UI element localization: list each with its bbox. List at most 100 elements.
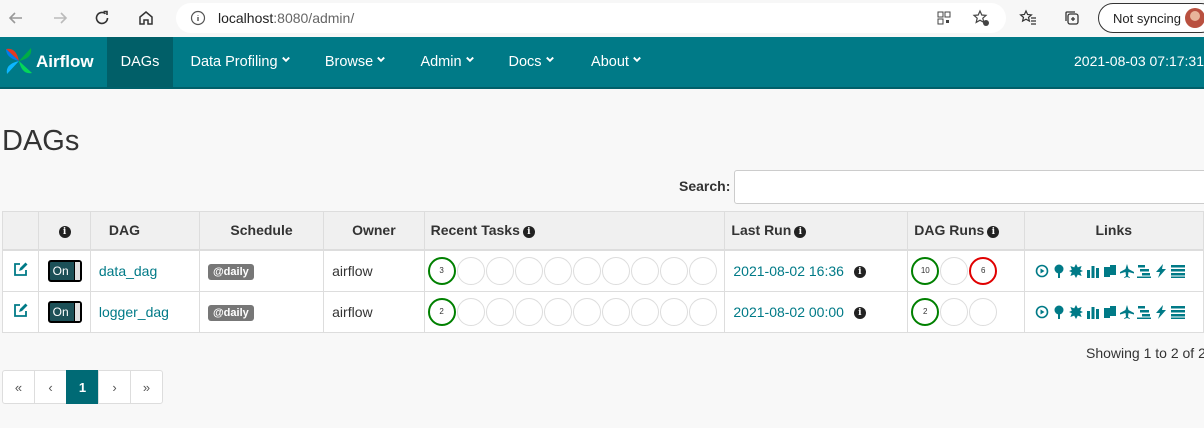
info-icon[interactable] xyxy=(190,10,206,31)
brand-link[interactable]: Airflow xyxy=(0,37,107,87)
task-duration-icon[interactable] xyxy=(1086,305,1100,319)
nav-admin[interactable]: Admin xyxy=(403,37,491,87)
task-state-circle[interactable] xyxy=(601,297,630,326)
tree-view-icon[interactable] xyxy=(1052,305,1066,319)
trigger-dag-icon[interactable] xyxy=(1035,264,1049,278)
header-owner[interactable]: Owner xyxy=(323,211,425,251)
url-host: localhost xyxy=(218,10,274,26)
task-state-circle[interactable] xyxy=(485,297,514,326)
gantt-icon[interactable] xyxy=(1136,264,1151,278)
info-icon[interactable]: i xyxy=(987,225,1000,238)
qr-code-icon[interactable] xyxy=(936,10,952,31)
page-next-button[interactable]: › xyxy=(98,370,131,404)
run-state-circle[interactable] xyxy=(940,256,969,285)
task-state-circle[interactable] xyxy=(630,297,659,326)
nav-docs[interactable]: Docs xyxy=(491,37,571,87)
header-dag-runs-label: DAG Runs xyxy=(914,222,985,239)
page-last-button[interactable]: » xyxy=(130,370,163,404)
edit-icon[interactable] xyxy=(13,262,28,276)
edit-icon[interactable] xyxy=(13,303,28,317)
nav-admin-label: Admin xyxy=(420,54,462,70)
logs-icon[interactable] xyxy=(1170,264,1185,278)
header-dag[interactable]: DAG xyxy=(89,211,200,251)
header-recent-tasks: Recent Tasks i xyxy=(423,211,726,251)
task-state-circle[interactable] xyxy=(456,256,485,285)
airflow-logo-icon xyxy=(2,44,36,83)
gantt-icon[interactable] xyxy=(1136,305,1151,319)
header-dag-label: DAG xyxy=(108,222,140,239)
info-icon[interactable]: i xyxy=(794,225,807,238)
table-header-row: i DAG Schedule Owner Recent Tasks i Last … xyxy=(1,211,1204,251)
back-icon[interactable] xyxy=(4,6,28,30)
search-input[interactable] xyxy=(734,170,1204,204)
dag-link[interactable]: logger_dag xyxy=(99,304,169,320)
page-first-button[interactable]: « xyxy=(2,370,35,404)
dag-runs-cell: 10 6 xyxy=(907,249,1025,292)
page-title: DAGs xyxy=(2,125,80,157)
dag-link[interactable]: data_dag xyxy=(99,263,157,279)
info-icon[interactable]: i xyxy=(522,225,535,238)
airflow-navbar: Airflow DAGs Data Profiling Browse Admin… xyxy=(0,37,1204,89)
header-links-label: Links xyxy=(1095,222,1133,239)
task-state-circle[interactable] xyxy=(572,297,601,326)
graph-view-icon[interactable] xyxy=(1068,263,1083,278)
last-run-link[interactable]: 2021-08-02 16:36 xyxy=(733,263,844,279)
nav-browse[interactable]: Browse xyxy=(307,37,403,87)
nav-docs-label: Docs xyxy=(508,54,542,70)
landing-times-icon[interactable] xyxy=(1119,263,1134,278)
task-state-circle[interactable] xyxy=(630,256,659,285)
task-state-circle[interactable] xyxy=(514,297,543,326)
task-state-circle[interactable] xyxy=(456,297,485,326)
graph-view-icon[interactable] xyxy=(1068,304,1083,319)
task-state-circle[interactable] xyxy=(601,256,630,285)
dag-toggle[interactable]: On xyxy=(47,300,82,323)
run-state-circle[interactable]: 6 xyxy=(969,256,998,285)
logs-icon[interactable] xyxy=(1170,305,1185,319)
task-state-circle[interactable] xyxy=(485,256,514,285)
task-state-circle[interactable] xyxy=(572,256,601,285)
page-prev-button[interactable]: ‹ xyxy=(34,370,67,404)
trigger-dag-icon[interactable] xyxy=(1035,305,1049,319)
reload-icon[interactable] xyxy=(90,6,114,30)
last-run-link[interactable]: 2021-08-02 00:00 xyxy=(733,304,844,320)
run-state-circle[interactable]: 2 xyxy=(911,297,940,326)
header-schedule[interactable]: Schedule xyxy=(198,211,325,251)
toggle-label: On xyxy=(52,304,69,319)
profile-sync-button[interactable]: Not syncing xyxy=(1098,3,1204,33)
task-duration-icon[interactable] xyxy=(1086,264,1100,278)
collections-icon[interactable] xyxy=(1060,6,1084,30)
task-state-circle[interactable] xyxy=(514,256,543,285)
code-view-icon[interactable] xyxy=(1154,263,1168,278)
home-icon[interactable] xyxy=(134,6,158,30)
info-icon[interactable]: i xyxy=(853,265,866,278)
nav-data-profiling[interactable]: Data Profiling xyxy=(173,37,307,87)
task-state-circle[interactable] xyxy=(659,256,688,285)
task-tries-icon[interactable] xyxy=(1103,264,1117,278)
run-state-circle[interactable] xyxy=(969,297,998,326)
page-1-button[interactable]: 1 xyxy=(66,370,99,404)
task-state-circle[interactable]: 2 xyxy=(427,297,456,326)
task-state-circle[interactable] xyxy=(543,256,572,285)
info-icon[interactable]: i xyxy=(853,306,866,319)
forward-icon[interactable] xyxy=(48,6,72,30)
task-state-circle[interactable] xyxy=(688,297,717,326)
task-state-circle[interactable] xyxy=(659,297,688,326)
nav-dags[interactable]: DAGs xyxy=(107,37,173,87)
task-tries-icon[interactable] xyxy=(1103,305,1117,319)
code-view-icon[interactable] xyxy=(1154,304,1168,319)
landing-times-icon[interactable] xyxy=(1119,304,1134,319)
header-links: Links xyxy=(1023,211,1204,251)
favorites-icon[interactable] xyxy=(1016,6,1040,30)
task-state-circle[interactable] xyxy=(688,256,717,285)
dag-toggle[interactable]: On xyxy=(47,259,82,282)
address-bar[interactable]: localhost:8080/admin/ xyxy=(176,3,1006,33)
nav-about[interactable]: About xyxy=(571,37,661,87)
task-state-circle[interactable] xyxy=(543,297,572,326)
last-run-cell: 2021-08-02 16:36 i xyxy=(724,249,909,292)
run-state-circle[interactable]: 10 xyxy=(911,256,940,285)
add-favorite-icon[interactable] xyxy=(972,9,990,32)
task-state-circle[interactable]: 3 xyxy=(427,256,456,285)
tree-view-icon[interactable] xyxy=(1052,264,1066,278)
server-time: 2021-08-03 07:17:31 xyxy=(1074,53,1204,69)
run-state-circle[interactable] xyxy=(940,297,969,326)
